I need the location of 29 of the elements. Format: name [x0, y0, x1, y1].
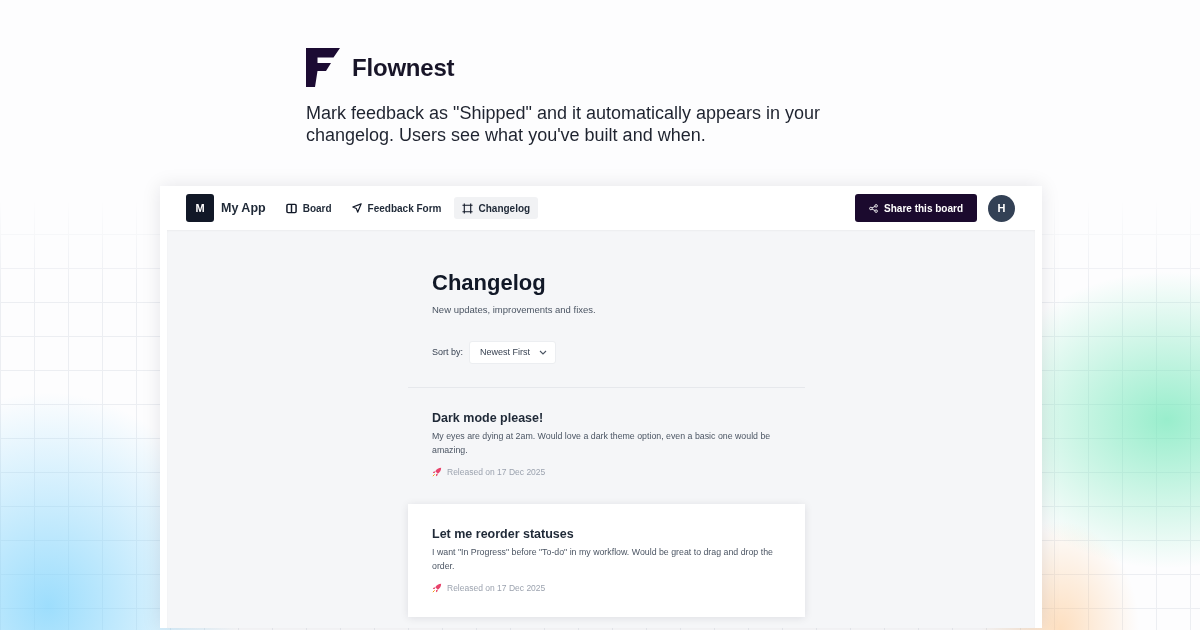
send-icon [351, 203, 362, 213]
changelog-entry[interactable]: Let me reorder statuses I want "In Progress" before "To-do" in my workflow. Would be great to drag and drop the order. Released on 17 Dec 2025 [408, 504, 805, 617]
rocket-icon [432, 583, 442, 593]
entry-title: Dark mode please! [432, 410, 545, 426]
entry-title: Let me reorder statuses [432, 526, 575, 542]
frame-icon [461, 202, 473, 214]
logo-icon [306, 48, 340, 87]
release-date: Released on 17 Dec 2025 [447, 466, 546, 479]
tagline: Mark feedback as "Shipped" and it automatically appears in your changelog. Users see what you've built and when. [306, 102, 822, 146]
page-subtitle: New updates, improvements and fixes. [432, 303, 597, 317]
entry-description: I want "In Progress" before "To-do" in my workflow. Would be great to drag and drop the order. [432, 546, 774, 573]
entry-description: My eyes are dying at 2am. Would love a dark theme option, even a basic one would be amazing. [432, 430, 772, 457]
user-avatar[interactable]: H [988, 194, 1015, 222]
nav-tab[interactable]: Changelog [453, 197, 539, 219]
sort-label: Sort by: [432, 345, 463, 359]
release-date: Released on 17 Dec 2025 [447, 582, 546, 595]
share-button[interactable]: Share this board [855, 194, 977, 222]
app-badge: M [186, 194, 214, 222]
page-title: Changelog [432, 270, 547, 296]
nav-tab[interactable]: Board [277, 197, 340, 219]
share-icon [869, 203, 879, 213]
nav-tab[interactable]: Feedback Form [343, 197, 450, 219]
chevron-down-icon [539, 350, 548, 355]
rocket-icon [432, 467, 442, 477]
sort-dropdown[interactable]: Newest First [469, 341, 557, 364]
app-name: My App [221, 199, 266, 217]
board-icon [285, 202, 297, 214]
changelog-entry[interactable]: Dark mode please! My eyes are dying at 2am. Would love a dark theme option, even a basic one would be amazing. Released on 17 Dec 2025 [408, 388, 805, 501]
brand-name: Flownest [352, 52, 455, 83]
